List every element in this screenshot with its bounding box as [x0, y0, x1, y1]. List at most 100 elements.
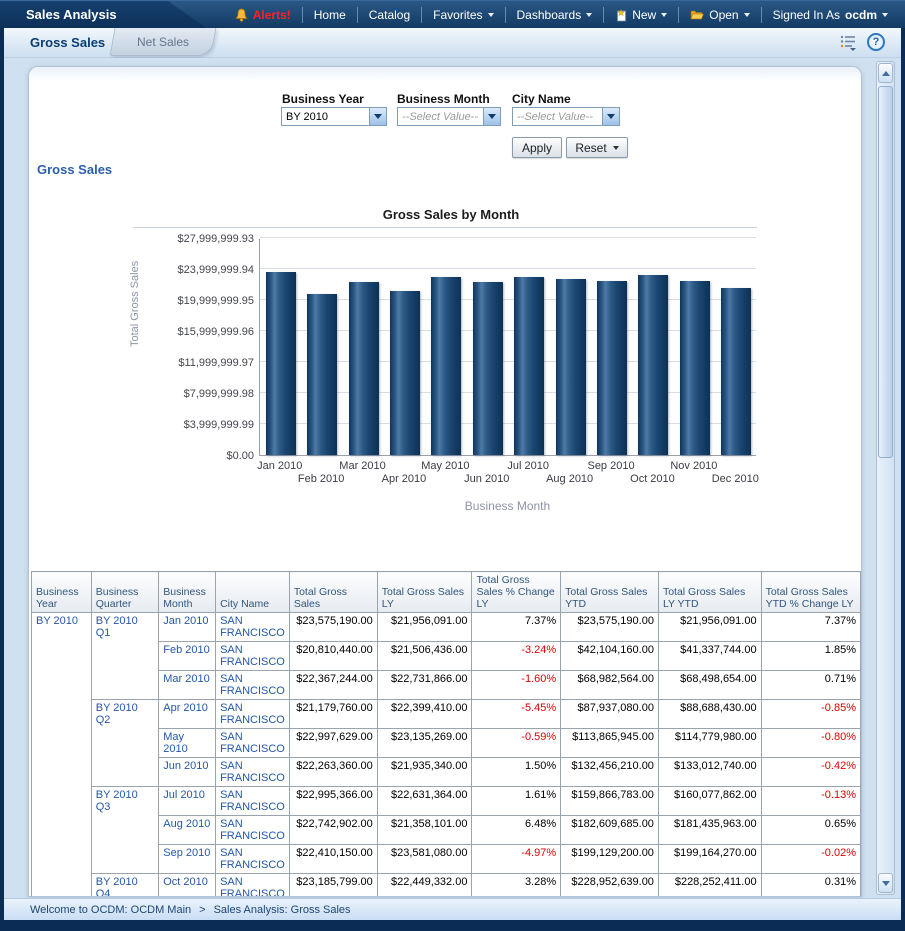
- cell-business-quarter[interactable]: BY 2010 Q2: [91, 700, 159, 787]
- bar-sep-2010[interactable]: [597, 281, 627, 455]
- scroll-up-button[interactable]: [878, 63, 893, 83]
- cell-city-name[interactable]: SAN FRANCISCO: [216, 700, 290, 729]
- nav-catalog[interactable]: Catalog: [357, 7, 421, 23]
- bar-oct-2010[interactable]: [638, 275, 668, 455]
- bar-dec-2010[interactable]: [721, 288, 751, 455]
- cell-city-name[interactable]: SAN FRANCISCO: [216, 642, 290, 671]
- column-header[interactable]: Total Gross Sales LY YTD: [658, 572, 761, 613]
- scroll-down-button[interactable]: [878, 873, 893, 893]
- cell-value: -0.85%: [761, 700, 860, 729]
- bar-aug-2010[interactable]: [556, 279, 586, 455]
- tab-net-sales[interactable]: Net Sales: [110, 28, 217, 56]
- nav-home-label: Home: [314, 8, 346, 22]
- cell-value: -0.59%: [472, 729, 561, 758]
- breadcrumb-root[interactable]: Welcome to OCDM: OCDM Main: [30, 904, 191, 916]
- cell-business-month[interactable]: Jul 2010: [159, 787, 216, 816]
- cell-business-month[interactable]: May 2010: [159, 729, 216, 758]
- help-icon[interactable]: ?: [867, 33, 885, 51]
- bar-feb-2010[interactable]: [307, 294, 337, 455]
- reset-button[interactable]: Reset: [566, 137, 628, 158]
- nav-favorites-label: Favorites: [433, 8, 482, 22]
- nav-open[interactable]: Open: [678, 7, 760, 23]
- page-options-icon[interactable]: [839, 33, 857, 51]
- table-row: BY 2010BY 2010 Q1Jan 2010SAN FRANCISCO$2…: [32, 613, 861, 642]
- alerts-link[interactable]: Alerts!: [224, 7, 302, 23]
- cell-value: -0.13%: [761, 787, 860, 816]
- column-header[interactable]: Total Gross Sales: [289, 572, 377, 613]
- business-year-select[interactable]: BY 2010: [281, 107, 387, 126]
- column-header[interactable]: Business Quarter: [91, 572, 159, 613]
- business-month-select[interactable]: --Select Value--: [397, 107, 501, 126]
- breadcrumb-current: Sales Analysis: Gross Sales: [214, 904, 351, 916]
- column-header[interactable]: Total Gross Sales LY: [377, 572, 472, 613]
- bar-jul-2010[interactable]: [514, 277, 544, 455]
- cell-city-name[interactable]: SAN FRANCISCO: [216, 671, 290, 700]
- chart-plot-area: [259, 239, 756, 456]
- bar-mar-2010[interactable]: [349, 282, 379, 455]
- cell-business-month[interactable]: Aug 2010: [159, 816, 216, 845]
- page-tab-bar: Gross Sales Net Sales ?: [4, 28, 901, 58]
- sales-table-container: Business YearBusiness QuarterBusiness Mo…: [31, 571, 861, 897]
- nav-favorites[interactable]: Favorites: [421, 7, 504, 23]
- cell-value: -1.60%: [472, 671, 561, 700]
- top-navigation-bar: Sales Analysis Alerts! Home Catalog Favo…: [0, 0, 905, 28]
- cell-business-month[interactable]: Feb 2010: [159, 642, 216, 671]
- application-window: Sales Analysis Alerts! Home Catalog Favo…: [0, 0, 905, 931]
- column-header[interactable]: Business Year: [32, 572, 92, 613]
- column-header[interactable]: City Name: [216, 572, 290, 613]
- tab-gross-sales[interactable]: Gross Sales: [30, 35, 105, 50]
- cell-value: $21,956,091.00: [658, 613, 761, 642]
- bar-jun-2010[interactable]: [473, 282, 503, 455]
- cell-city-name[interactable]: SAN FRANCISCO: [216, 816, 290, 845]
- scrollbar-thumb[interactable]: [878, 86, 893, 458]
- caret-down-icon: [744, 13, 750, 17]
- cell-business-month[interactable]: Mar 2010: [159, 671, 216, 700]
- bar-apr-2010[interactable]: [390, 291, 420, 455]
- bar-nov-2010[interactable]: [680, 281, 710, 455]
- cell-city-name[interactable]: SAN FRANCISCO: [216, 729, 290, 758]
- table-row: BY 2010 Q4Oct 2010SAN FRANCISCO$23,185,7…: [32, 874, 861, 898]
- apply-button[interactable]: Apply: [512, 137, 562, 158]
- cell-city-name[interactable]: SAN FRANCISCO: [216, 874, 290, 898]
- column-header[interactable]: Business Month: [159, 572, 216, 613]
- cell-business-month[interactable]: Oct 2010: [159, 874, 216, 898]
- cell-value: $21,935,340.00: [377, 758, 472, 787]
- cell-business-month[interactable]: Jan 2010: [159, 613, 216, 642]
- cell-value: $20,810,440.00: [289, 642, 377, 671]
- caret-down-icon: [661, 13, 667, 17]
- cell-value: $21,956,091.00: [377, 613, 472, 642]
- nav-home[interactable]: Home: [302, 7, 357, 23]
- column-header[interactable]: Total Gross Sales % Change LY: [472, 572, 561, 613]
- column-header[interactable]: Total Gross Sales YTD: [561, 572, 659, 613]
- tab-net-sales-label: Net Sales: [137, 35, 189, 49]
- cell-business-year[interactable]: BY 2010: [32, 613, 92, 898]
- bar-jan-2010[interactable]: [266, 272, 296, 455]
- y-tick-label: $23,999,999.94: [178, 264, 254, 276]
- cell-business-month[interactable]: Jun 2010: [159, 758, 216, 787]
- city-name-select[interactable]: --Select Value--: [512, 107, 620, 126]
- nav-new[interactable]: New: [603, 7, 678, 23]
- cell-business-quarter[interactable]: BY 2010 Q3: [91, 787, 159, 874]
- cell-city-name[interactable]: SAN FRANCISCO: [216, 845, 290, 874]
- signed-in-label: Signed In As: [773, 8, 840, 22]
- cell-business-month[interactable]: Apr 2010: [159, 700, 216, 729]
- cell-city-name[interactable]: SAN FRANCISCO: [216, 758, 290, 787]
- chart-x-axis-labels: Jan 2010Feb 2010Mar 2010Apr 2010May 2010…: [259, 460, 756, 488]
- cell-business-quarter[interactable]: BY 2010 Q4: [91, 874, 159, 898]
- x-tick-label: Nov 2010: [670, 460, 717, 472]
- y-tick-label: $15,999,999.96: [178, 326, 254, 338]
- vertical-scrollbar[interactable]: [876, 61, 895, 895]
- column-header[interactable]: Total Gross Sales YTD % Change LY: [761, 572, 860, 613]
- nav-dashboards-label: Dashboards: [517, 8, 582, 22]
- cell-business-quarter[interactable]: BY 2010 Q1: [91, 613, 159, 700]
- dropdown-arrow-icon: [369, 108, 386, 125]
- x-tick-label: May 2010: [421, 460, 469, 472]
- signed-in-menu[interactable]: Signed In As ocdm: [761, 7, 899, 23]
- cell-city-name[interactable]: SAN FRANCISCO: [216, 613, 290, 642]
- nav-dashboards[interactable]: Dashboards: [505, 7, 604, 23]
- chevron-down-icon: [882, 881, 890, 886]
- cell-business-month[interactable]: Sep 2010: [159, 845, 216, 874]
- caret-down-icon: [488, 13, 494, 17]
- cell-city-name[interactable]: SAN FRANCISCO: [216, 787, 290, 816]
- bar-may-2010[interactable]: [431, 277, 461, 455]
